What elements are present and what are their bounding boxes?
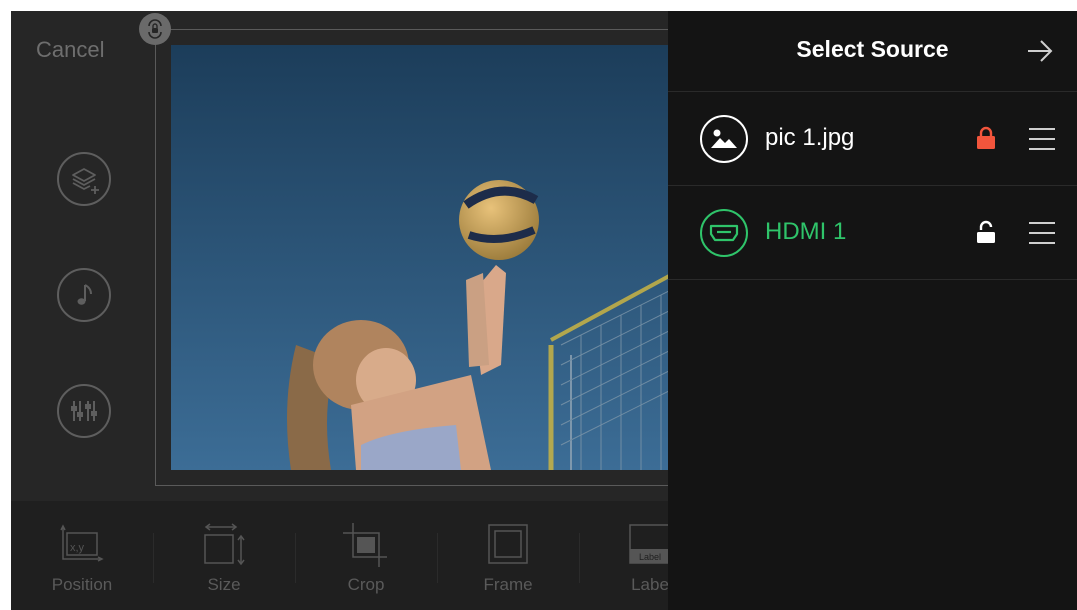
tool-crop-label: Crop <box>347 575 385 594</box>
resize-icon <box>204 523 245 565</box>
label-icon-text: Label <box>639 552 661 562</box>
source-row-hdmi[interactable]: HDMI 1 <box>668 186 1077 279</box>
app-window: Cancel x,y Position Size Crop Frame Labe… <box>11 11 1077 610</box>
position-icon-text: x,y <box>70 542 85 554</box>
cancel-button[interactable]: Cancel <box>36 37 104 63</box>
tool-size-label: Size <box>207 575 241 594</box>
music-note-icon <box>77 284 92 305</box>
volleyball-player-photo <box>171 45 671 470</box>
lock-open-icon[interactable] <box>975 220 997 244</box>
mixer-button[interactable] <box>57 384 111 438</box>
add-layer-icon <box>72 168 99 194</box>
select-source-panel: Select Source pic 1.jpg HDMI 1 <box>668 11 1077 610</box>
tool-frame[interactable]: Frame <box>437 501 579 610</box>
source-row-pic[interactable]: pic 1.jpg <box>668 92 1077 185</box>
hdmi-source-icon-wrap <box>700 209 748 257</box>
add-layer-button[interactable] <box>57 152 111 206</box>
mixer-sliders-icon <box>71 401 97 421</box>
music-button[interactable] <box>57 268 111 322</box>
tool-position[interactable]: x,y Position <box>11 501 153 610</box>
lock-closed-icon[interactable] <box>975 126 997 150</box>
panel-title: Select Source <box>796 36 949 62</box>
tool-size[interactable]: Size <box>153 501 295 610</box>
source-label: HDMI 1 <box>765 218 847 245</box>
bottom-toolbar: x,y Position Size Crop Frame Label Labe <box>11 501 671 610</box>
tool-frame-label: Frame <box>483 575 533 594</box>
image-source-icon-wrap <box>700 115 748 163</box>
source-label: pic 1.jpg <box>765 124 855 151</box>
tool-position-label: Position <box>51 575 113 594</box>
drag-handle-icon[interactable] <box>1028 126 1056 152</box>
crop-icon <box>343 523 387 567</box>
canvas-image[interactable] <box>171 45 671 470</box>
label-icon: Label <box>629 524 671 564</box>
arrow-right-icon[interactable] <box>1025 36 1055 66</box>
canvas-lock-button[interactable] <box>139 13 171 45</box>
frame-icon <box>488 524 528 564</box>
hdmi-icon <box>709 224 739 242</box>
position-xy-icon: x,y <box>60 524 104 562</box>
drag-handle-icon[interactable] <box>1028 220 1056 246</box>
lock-badge-icon <box>148 19 162 39</box>
panel-divider <box>668 279 1077 280</box>
image-icon <box>711 129 737 148</box>
tool-crop[interactable]: Crop <box>295 501 437 610</box>
